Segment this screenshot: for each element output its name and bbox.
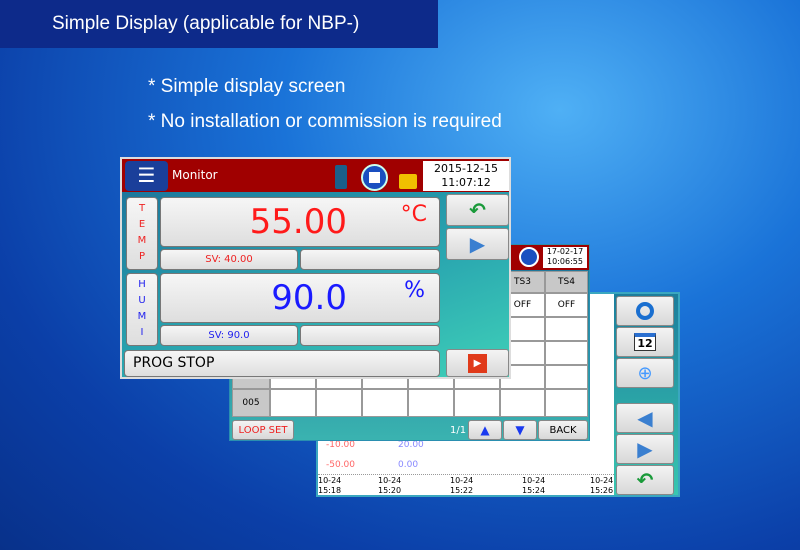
- x-tick-label: 10-24 15:22: [450, 476, 474, 495]
- back-button[interactable]: ↶: [446, 194, 509, 226]
- table-cell: OFF: [545, 293, 588, 317]
- left-label: -50.00: [326, 460, 356, 470]
- stop-icon: [369, 172, 380, 183]
- x-tick-label: 10-24 15:20: [378, 476, 402, 495]
- chart-toolbar: 12 ⊕ ◀ ▶ ↶: [614, 294, 678, 495]
- date: 2015-12-15: [434, 162, 498, 175]
- next-arrow-icon: ▶: [469, 232, 486, 256]
- page-up-button[interactable]: ▲: [468, 420, 502, 440]
- prev-button[interactable]: ◀: [616, 403, 674, 433]
- temp-value: 55.00: [249, 202, 347, 242]
- prev-arrow-icon: ◀: [637, 406, 653, 430]
- loop-set-button[interactable]: LOOP SET: [232, 420, 294, 440]
- back-button[interactable]: BACK: [538, 420, 588, 440]
- bullet-1: * Simple display screen: [148, 76, 346, 97]
- humi-label: HUMI: [126, 273, 158, 346]
- humi-value: 90.0: [271, 278, 347, 318]
- temp-label: TEMP: [126, 197, 158, 270]
- temp-sv[interactable]: SV: 40.00: [160, 249, 298, 270]
- temp-unit: °C: [400, 202, 427, 227]
- table-cell: [454, 389, 500, 417]
- calendar-icon: 12: [634, 333, 656, 351]
- next-arrow-icon: ▶: [637, 437, 653, 461]
- monitor-screen: ☰ Monitor 2015-12-15 11:07:12 TEMP 55.00…: [120, 157, 511, 379]
- settings-button[interactable]: [616, 296, 674, 326]
- next-button[interactable]: ▶: [616, 434, 674, 464]
- stop-button[interactable]: [361, 164, 388, 191]
- table-cell: TS4: [545, 271, 588, 293]
- right-label: 20.00: [398, 440, 424, 450]
- down-arrow-icon: ▼: [515, 423, 525, 437]
- temp-display: 55.00 °C: [160, 197, 440, 247]
- time: 11:07:12: [441, 176, 491, 189]
- table-cell: [545, 341, 588, 365]
- calendar-button[interactable]: 12: [616, 327, 674, 357]
- humi-sv[interactable]: SV: 90.0: [160, 325, 298, 346]
- x-tick-label: 10-24 15:26: [590, 476, 614, 495]
- next-button[interactable]: ▶: [446, 228, 509, 260]
- run-button[interactable]: ▶: [446, 349, 509, 377]
- humi-display: 90.0 %: [160, 273, 440, 323]
- menu-button[interactable]: ☰: [125, 161, 168, 191]
- screen-title: Monitor: [172, 168, 218, 182]
- table-cell: [545, 389, 588, 417]
- left-label: -10.00: [326, 440, 356, 450]
- page-indicator: 1/1: [450, 425, 467, 436]
- table-time: 10:06:55: [547, 257, 583, 266]
- unlock-icon[interactable]: [399, 174, 417, 189]
- table-cell: [362, 389, 408, 417]
- menu-icon: ☰: [137, 163, 156, 187]
- temp-aux: [300, 249, 440, 270]
- humi-aux: [300, 325, 440, 346]
- header-bar: ☰ Monitor 2015-12-15 11:07:12: [122, 159, 509, 192]
- table-cell: [408, 389, 454, 417]
- table-cell: [316, 389, 362, 417]
- zoom-in-icon: ⊕: [637, 362, 653, 384]
- usb-icon: [335, 165, 347, 189]
- table-date: 17-02-17: [546, 247, 584, 256]
- table-cell: [545, 317, 588, 341]
- table-cell: [500, 389, 545, 417]
- table-cell: [545, 365, 588, 389]
- back-arrow-icon: ↶: [636, 468, 654, 492]
- settings-icon: [636, 302, 654, 320]
- page-down-button[interactable]: ▼: [503, 420, 537, 440]
- up-arrow-icon: ▲: [480, 423, 490, 437]
- humi-unit: %: [404, 278, 425, 303]
- right-label: 0.00: [398, 460, 419, 470]
- banner-title: Simple Display (applicable for NBP-): [0, 0, 438, 48]
- back-arrow-icon: ↶: [469, 198, 486, 222]
- back-button[interactable]: ↶: [616, 465, 674, 495]
- x-tick-label: 10-24 15:24: [522, 476, 546, 495]
- zoom-in-button[interactable]: ⊕: [616, 358, 674, 388]
- play-icon: ▶: [467, 353, 488, 373]
- table-cell: [270, 389, 316, 417]
- x-tick-label: 10-24 15:18: [318, 476, 342, 495]
- program-status: PROG STOP: [124, 350, 440, 377]
- stop-icon[interactable]: [519, 247, 539, 267]
- table-cell: 005: [232, 389, 270, 417]
- bullet-2: * No installation or commission is requi…: [148, 111, 502, 132]
